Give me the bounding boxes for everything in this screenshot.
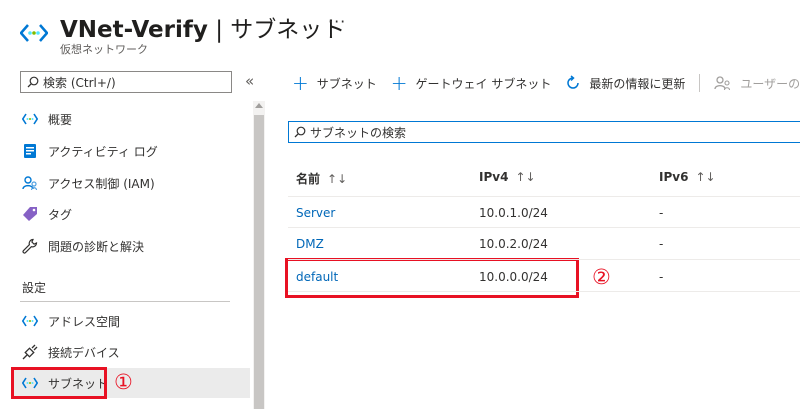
command-bar: + サブネット + ゲートウェイ サブネット 最新の情報に更新 ユーザーの管理 xyxy=(292,72,800,94)
sidebar-item-label: アクティビティ ログ xyxy=(48,144,158,159)
sidebar-item-label: アドレス空間 xyxy=(48,314,121,329)
subnet-ipv4: 10.0.1.0/24 xyxy=(479,206,548,220)
section-label-settings: 設定 xyxy=(22,281,47,295)
sort-icon: ↑↓ xyxy=(327,171,348,186)
plug-icon xyxy=(22,344,38,360)
sidebar-item-activity-log[interactable]: アクティビティ ログ xyxy=(14,136,250,166)
subnet-name-link[interactable]: DMZ xyxy=(296,237,324,251)
iam-icon xyxy=(22,175,38,191)
more-options-button[interactable]: ··· xyxy=(328,12,346,31)
page-title: VNet-Verify | サブネット xyxy=(60,17,346,43)
sidebar-item-connected-devices[interactable]: 接続デバイス xyxy=(14,337,250,367)
sidebar-item-tags[interactable]: タグ xyxy=(14,199,250,229)
section-divider xyxy=(20,301,230,302)
subnet-ipv6: - xyxy=(659,206,664,220)
sidebar-item-address-space[interactable]: アドレス空間 xyxy=(14,306,250,336)
tag-icon xyxy=(22,206,38,222)
manage-users-button[interactable]: ユーザーの管理 xyxy=(714,75,800,92)
collapse-sidebar-button[interactable]: « xyxy=(245,72,254,90)
activity-log-icon xyxy=(22,143,38,159)
search-icon xyxy=(294,126,306,138)
toolbar-divider xyxy=(699,74,701,92)
column-header-ipv4[interactable]: IPv4 ↑↓ xyxy=(479,170,536,184)
add-gateway-subnet-label: ゲートウェイ サブネット xyxy=(415,76,552,91)
vnet-header-icon xyxy=(19,22,49,44)
plus-icon: + xyxy=(390,71,408,95)
subnet-ipv6: - xyxy=(659,270,664,284)
row-divider xyxy=(288,227,800,228)
row-divider xyxy=(288,259,800,260)
sort-icon: ↑↓ xyxy=(695,170,716,184)
sidebar-item-label: 概要 xyxy=(48,112,73,127)
sidebar-item-label: 接続デバイス xyxy=(48,345,120,360)
sidebar-item-label: 問題の診断と解決 xyxy=(48,239,145,254)
sidebar-item-overview[interactable]: 概要 xyxy=(14,104,250,134)
sidebar-item-iam[interactable]: アクセス制御 (IAM) xyxy=(14,168,250,198)
sidebar-item-label: アクセス制御 (IAM) xyxy=(48,176,155,191)
subnet-name-link[interactable]: Server xyxy=(296,206,335,220)
users-icon xyxy=(714,76,731,91)
column-header-name[interactable]: 名前 ↑↓ xyxy=(296,170,347,187)
vnet-icon xyxy=(22,111,38,127)
vnet-icon xyxy=(22,313,38,329)
sidebar-search-input[interactable]: 検索 (Ctrl+/) xyxy=(20,71,232,93)
add-subnet-button[interactable]: + サブネット xyxy=(292,73,377,93)
annotation-number-2: ② xyxy=(592,265,611,289)
plus-icon: + xyxy=(292,71,309,95)
subnet-ipv4: 10.0.0.0/24 xyxy=(479,270,548,284)
add-subnet-label: サブネット xyxy=(316,76,377,91)
wrench-icon xyxy=(22,238,38,254)
sidebar-search-placeholder: 検索 (Ctrl+/) xyxy=(43,75,116,90)
search-icon xyxy=(27,76,39,88)
annotation-number-1: ① xyxy=(114,370,133,394)
refresh-button[interactable]: 最新の情報に更新 xyxy=(565,75,685,92)
sidebar-scroll-thumb[interactable] xyxy=(254,115,264,409)
column-header-ipv6[interactable]: IPv6 ↑↓ xyxy=(659,170,716,184)
add-gateway-subnet-button[interactable]: + ゲートウェイ サブネット xyxy=(391,73,552,93)
header-divider xyxy=(288,196,800,197)
sort-icon: ↑↓ xyxy=(515,170,536,184)
row-divider xyxy=(288,291,800,292)
refresh-icon xyxy=(567,75,580,89)
subnet-search-placeholder: サブネットの検索 xyxy=(310,125,407,140)
scroll-up-arrow-icon[interactable] xyxy=(255,103,263,108)
subnet-search-input[interactable]: サブネットの検索 xyxy=(288,121,800,143)
sidebar-item-label: タグ xyxy=(48,207,73,222)
subnet-name-link[interactable]: default xyxy=(296,270,338,284)
refresh-label: 最新の情報に更新 xyxy=(589,76,686,91)
sidebar-item-diagnose[interactable]: 問題の診断と解決 xyxy=(14,231,250,261)
resource-type-label: 仮想ネットワーク xyxy=(60,43,148,56)
annotation-box-1 xyxy=(11,367,107,399)
subnet-ipv4: 10.0.2.0/24 xyxy=(479,237,548,251)
manage-users-label: ユーザーの管理 xyxy=(740,76,800,91)
subnet-ipv6: - xyxy=(659,237,664,251)
